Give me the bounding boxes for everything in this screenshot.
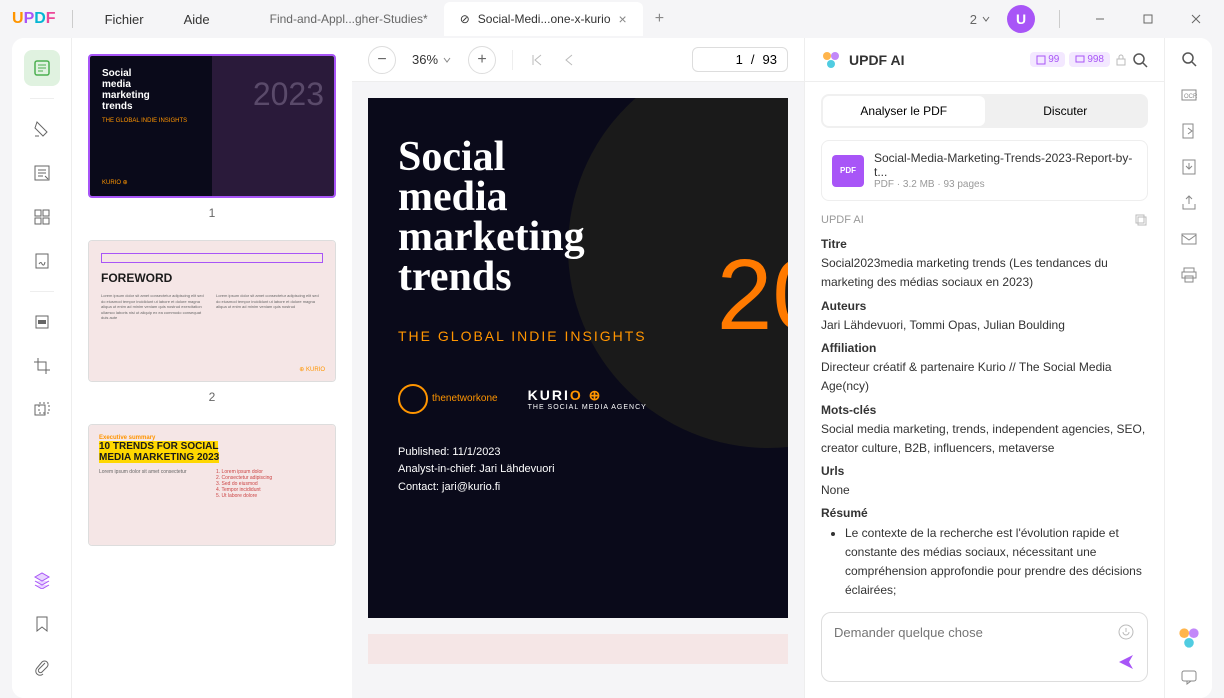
doc-title: Socialmediamarketingtrends (398, 138, 758, 298)
prev-page-button[interactable] (561, 52, 577, 68)
doc-subtitle: THE GLOBAL INDIE INSIGHTS (398, 328, 758, 344)
divider (1059, 10, 1060, 28)
page-indicator: / 93 (692, 47, 788, 72)
badge-1[interactable]: 99 (1030, 52, 1065, 67)
thumb-title: FOREWORD (101, 271, 323, 285)
minimize-button[interactable] (1084, 5, 1116, 33)
ai-input-box (821, 612, 1148, 682)
lock-icon[interactable] (1114, 53, 1128, 67)
ai-header: UPDF AI 99 998 (805, 38, 1164, 82)
doc-logo-networkone: thenetworkone (398, 384, 498, 414)
titlebar-right: 2 U (970, 5, 1212, 33)
share-icon[interactable] (1180, 194, 1198, 212)
fill-sign-icon[interactable] (24, 243, 60, 279)
thumb-title: 10 TRENDS FOR SOCIALMEDIA MARKETING 2023 (99, 441, 325, 463)
tab-discuss[interactable]: Discuter (985, 96, 1147, 126)
send-button[interactable] (1117, 653, 1135, 671)
right-toolbar: OCR (1164, 38, 1212, 698)
page-input[interactable] (703, 52, 743, 67)
avatar[interactable]: U (1007, 5, 1035, 33)
ai-source-label: UPDF AI (821, 214, 864, 226)
file-name: Social-Media-Marketing-Trends-2023-Repor… (874, 151, 1137, 179)
chat-icon (1075, 55, 1085, 65)
ai-tab-switcher: Analyser le PDF Discuter (821, 94, 1148, 128)
reader-mode-icon[interactable] (24, 50, 60, 86)
notification-count[interactable]: 2 (970, 12, 991, 27)
thumb-logo: KURIO ⊕ (102, 179, 128, 186)
updf-logo-icon[interactable] (1177, 626, 1201, 650)
layers-icon[interactable] (24, 562, 60, 598)
tab-bar: Find-and-Appl...gher-Studies* ⊘ Social-M… (254, 2, 676, 36)
maximize-button[interactable] (1132, 5, 1164, 33)
chevron-down-icon (981, 14, 991, 24)
left-toolbar (12, 38, 72, 698)
ai-prompt-input[interactable] (834, 625, 1117, 640)
tab-label: Social-Medi...one-x-kurio (478, 12, 611, 26)
tab-label: Find-and-Appl...gher-Studies* (270, 12, 428, 26)
search-icon[interactable] (1180, 50, 1198, 68)
first-page-button[interactable] (529, 52, 545, 68)
menu-file[interactable]: Fichier (89, 8, 160, 31)
tab-active[interactable]: ⊘ Social-Medi...one-x-kurio × (444, 2, 643, 36)
thumb-subtitle: THE GLOBAL INDIE INSIGHTS (102, 118, 322, 124)
copy-icon[interactable] (1134, 213, 1148, 227)
thumbnail-1[interactable]: Socialmediamarketingtrends 2023 THE GLOB… (88, 54, 336, 220)
chevron-down-icon (442, 55, 452, 65)
pdf-icon: PDF (832, 155, 864, 187)
organize-icon[interactable] (24, 199, 60, 235)
badge-2[interactable]: 998 (1069, 52, 1110, 67)
bookmark-icon[interactable] (24, 606, 60, 642)
app-logo: UPDF (12, 10, 56, 28)
hint-icon[interactable] (1117, 623, 1135, 641)
thumb-page-num: 1 (88, 206, 336, 220)
titlebar: UPDF Fichier Aide Find-and-Appl...gher-S… (0, 0, 1224, 38)
ai-content: Titre Social2023media marketing trends (… (821, 235, 1148, 600)
document-viewer: − 36% + / 93 20 Socialmediama (352, 38, 804, 698)
menu-help[interactable]: Aide (168, 8, 226, 31)
viewer-toolbar: − 36% + / 93 (352, 38, 804, 82)
attachment-icon[interactable] (24, 650, 60, 686)
redact-icon[interactable] (24, 304, 60, 340)
thumb-year: 2023 (253, 76, 324, 113)
doc-logo-kurio: KURIO ⊕ THE SOCIAL MEDIA AGENCY (528, 387, 647, 411)
thumbnail-2[interactable]: FOREWORD Lorem ipsum dolor sit amet cons… (88, 240, 336, 404)
convert-icon[interactable] (1180, 122, 1198, 140)
print-icon[interactable] (1180, 266, 1198, 284)
export-icon[interactable] (1180, 158, 1198, 176)
ai-title: UPDF AI (849, 52, 904, 68)
zoom-in-button[interactable]: + (468, 46, 496, 74)
edit-text-icon[interactable] (24, 155, 60, 191)
main-area: Socialmediamarketingtrends 2023 THE GLOB… (12, 38, 1212, 698)
tab-inactive[interactable]: Find-and-Appl...gher-Studies* (254, 2, 444, 36)
new-tab-button[interactable]: + (643, 2, 676, 36)
search-icon[interactable] (1132, 52, 1148, 68)
ai-panel: UPDF AI 99 998 Analyser le PDF (804, 38, 1164, 698)
zoom-dropdown[interactable]: 36% (412, 52, 452, 67)
page-total: 93 (763, 52, 777, 67)
mail-icon[interactable] (1180, 230, 1198, 248)
feedback-icon[interactable] (1180, 668, 1198, 686)
thumbnail-panel: Socialmediamarketingtrends 2023 THE GLOB… (72, 38, 352, 698)
updf-ai-logo-icon (821, 50, 841, 70)
highlight-icon[interactable] (24, 111, 60, 147)
file-meta: PDF · 3.2 MB · 93 pages (874, 179, 1137, 190)
close-icon[interactable]: × (619, 11, 627, 27)
thumb-page-num: 2 (88, 390, 336, 404)
file-icon: ⊘ (460, 12, 470, 26)
thumbnail-3[interactable]: Executive summary 10 TRENDS FOR SOCIALME… (88, 424, 336, 546)
svg-text:OCR: OCR (1184, 94, 1198, 100)
ai-response-body: UPDF AI Titre Social2023media marketing … (805, 213, 1164, 600)
doc-icon (1036, 55, 1046, 65)
close-button[interactable] (1180, 5, 1212, 33)
ai-file-card: PDF Social-Media-Marketing-Trends-2023-R… (821, 140, 1148, 201)
divider (72, 10, 73, 28)
zoom-out-button[interactable]: − (368, 46, 396, 74)
ocr-icon[interactable]: OCR (1180, 86, 1198, 104)
tab-analyze[interactable]: Analyser le PDF (823, 96, 985, 126)
document-page-1: 20 Socialmediamarketingtrends THE GLOBAL… (368, 98, 788, 618)
document-page-2-peek (368, 634, 788, 664)
compress-icon[interactable] (24, 392, 60, 428)
doc-metadata: Published: 11/1/2023 Analyst-in-chief: J… (398, 444, 758, 497)
crop-icon[interactable] (24, 348, 60, 384)
